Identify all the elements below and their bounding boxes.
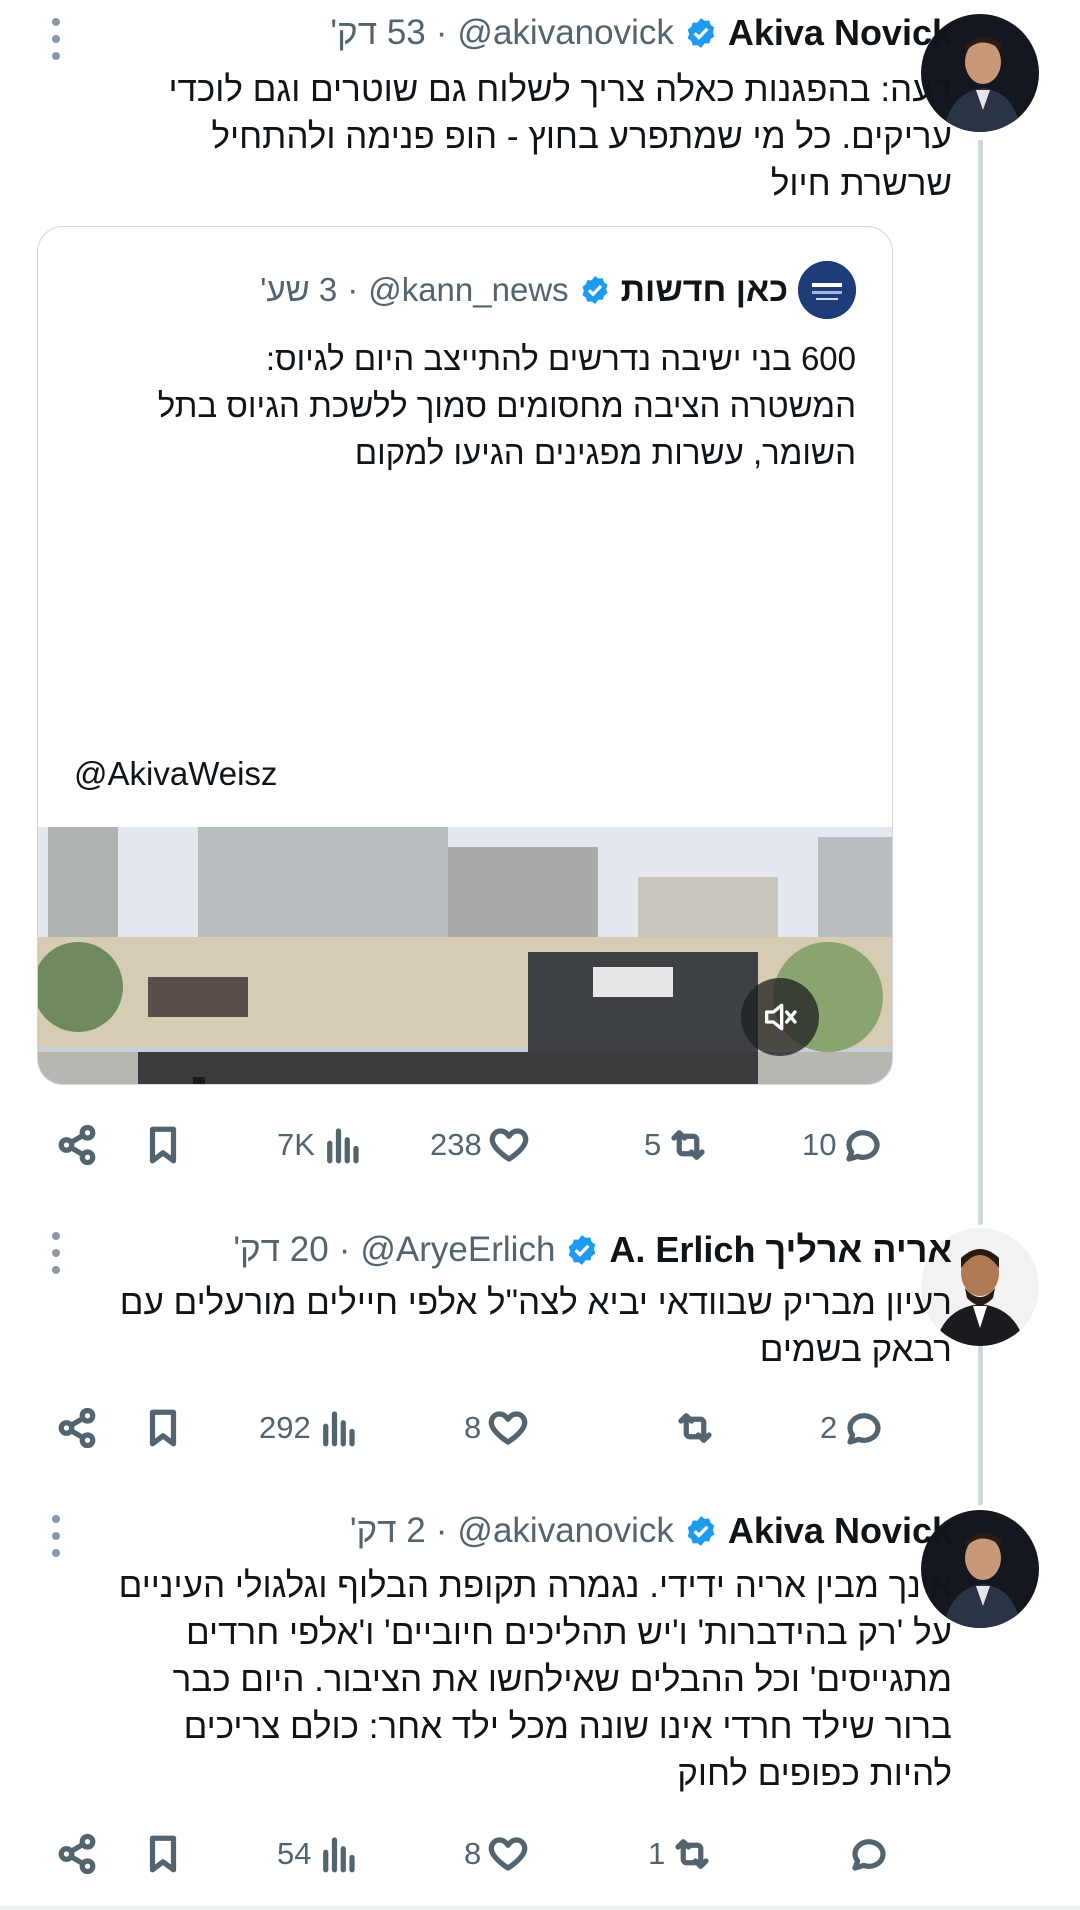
replies-count: 10 [802,1127,837,1162]
views-icon [327,1128,359,1164]
retweet-icon [675,1839,709,1869]
retweet-icon [678,1413,712,1443]
quoted-tweet[interactable]: כאן חדשות @kann_news · 3 שע' 600 בני ישי… [37,226,893,1085]
retweet-icon [671,1130,705,1160]
like-icon [489,1411,528,1445]
tweet-header: Akiva Novick @akivanovick · 2 דק' [350,1506,952,1556]
quote-timestamp: 3 שע' [260,271,338,308]
views-count: 292 [259,1410,311,1445]
share-icon [58,1407,96,1449]
views-count: 7K [277,1127,315,1162]
author-name[interactable]: Akiva Novick [728,1510,952,1552]
tweet-text: רעיון מבריק שבוודאי יביא לצה"ל אלפי חייל… [119,1283,952,1369]
replies-count: 2 [820,1410,838,1445]
tweet-header: Akiva Novick @akivanovick · 53 דק' [330,8,952,58]
tweet-actions: 54 8 1 [52,1824,892,1884]
bookmark-button[interactable] [142,1115,184,1175]
retweets-count: 1 [648,1836,666,1871]
bookmark-icon [149,1409,177,1447]
likes-count: 8 [464,1410,482,1445]
retweet-button[interactable]: 1 [648,1824,713,1884]
share-button[interactable] [56,1115,98,1175]
more-icon[interactable] [52,18,62,60]
mute-button[interactable] [741,978,819,1056]
bookmark-button[interactable] [142,1824,184,1884]
verified-icon [687,1516,715,1546]
quote-author-handle: @kann_news [368,271,569,308]
timestamp[interactable]: 2 דק' [350,1511,426,1551]
tweet-actions: 7K 238 5 10 [52,1115,892,1175]
separator: · [435,1511,448,1550]
reply-icon [846,1130,881,1162]
more-icon[interactable] [52,1515,62,1557]
reply-icon [852,1839,886,1871]
bookmark-button[interactable] [142,1398,184,1458]
reply-icon [847,1413,881,1445]
more-icon[interactable] [52,1232,62,1274]
likes-count: 238 [430,1127,482,1162]
separator: · [435,13,448,52]
tweet-text: אינך מבין אריה ידידי. נגמרה תקופת הבלוף … [118,1566,952,1793]
views-button[interactable]: 292 [259,1398,359,1458]
reply-button[interactable]: 10 [802,1115,884,1175]
reply-button[interactable] [842,1824,890,1884]
thread-line [978,140,983,1225]
views-icon [322,1411,355,1447]
verified-icon [569,1235,596,1265]
tweet-text: דעה: בהפגנות כאלה צריך לשלוח גם שוטרים ו… [168,70,952,203]
views-count: 54 [277,1836,312,1871]
views-button[interactable]: 54 [277,1824,359,1884]
separator: · [347,271,359,308]
like-button[interactable]: 8 [464,1398,529,1458]
share-button[interactable] [56,1398,98,1458]
author-handle[interactable]: @AryeErlich [360,1230,555,1270]
author-handle[interactable]: @akivanovick [457,13,673,53]
tweet-actions: 292 8 2 [52,1398,892,1458]
retweet-button[interactable] [668,1398,716,1458]
like-button[interactable]: 8 [464,1824,529,1884]
author-name[interactable]: Akiva Novick [728,12,952,54]
author-name[interactable]: אריה ארליך A. Erlich [609,1229,952,1271]
like-icon [489,1128,528,1162]
quote-author-name[interactable]: כאן חדשות [621,271,788,310]
views-button[interactable]: 7K [277,1115,363,1175]
retweet-button[interactable]: 5 [644,1115,709,1175]
likes-count: 8 [464,1836,482,1871]
author-handle[interactable]: @akivanovick [457,1511,673,1551]
thread-line [978,1345,983,1505]
divider [0,1906,1080,1910]
bookmark-icon [149,1835,177,1873]
timestamp[interactable]: 53 דק' [330,13,425,53]
like-button[interactable]: 238 [430,1115,530,1175]
quote-avatar [798,261,856,319]
share-button[interactable] [56,1824,98,1884]
mute-icon [765,1003,797,1031]
verified-icon [687,18,715,48]
share-icon [58,1833,96,1875]
bookmark-icon [149,1126,177,1164]
quote-mention[interactable]: @AkivaWeisz [74,755,277,793]
verified-icon [582,276,608,304]
quote-header: כאן חדשות @kann_news · 3 שע' [260,261,856,319]
quote-text: 600 בני ישיבה נדרשים להתייצב היום לגיוס:… [157,340,856,471]
timestamp[interactable]: 20 דק' [233,1230,328,1270]
reply-button[interactable]: 2 [820,1398,885,1458]
separator: · [338,1230,351,1269]
tweet-header: אריה ארליך A. Erlich @AryeErlich · 20 דק… [233,1225,952,1275]
views-icon [323,1837,356,1873]
like-icon [489,1837,528,1871]
share-icon [58,1124,96,1166]
retweets-count: 5 [644,1127,662,1162]
